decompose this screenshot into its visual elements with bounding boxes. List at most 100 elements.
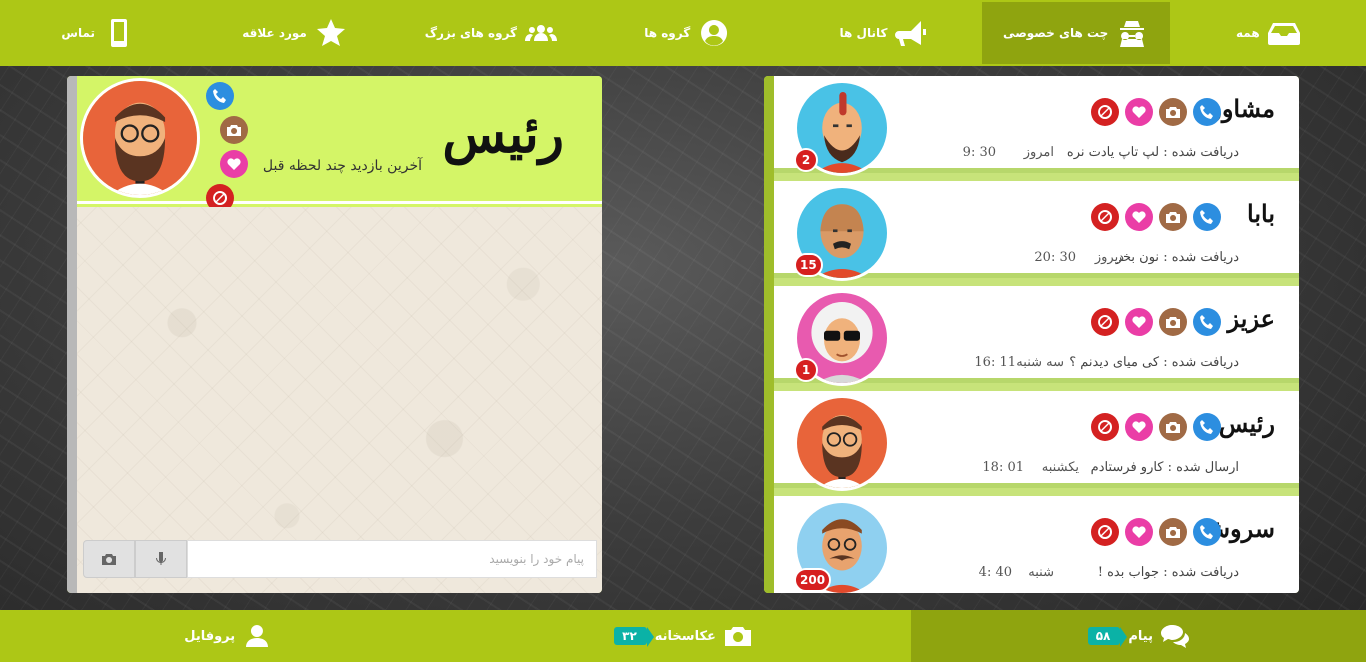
call-button[interactable] [1193, 413, 1221, 441]
favorite-button[interactable] [1125, 413, 1153, 441]
user-icon [246, 625, 269, 647]
block-icon [1098, 105, 1113, 119]
chat-avatar[interactable] [80, 78, 200, 198]
inbox-icon [1267, 23, 1300, 45]
chat-header: رئیس آخرین بازدید چند لحظه قبل [77, 76, 602, 212]
call-button[interactable] [206, 82, 234, 110]
bottom-nav: پیام ۵۸ عکاسخانه ۳۲ پروفایل [0, 610, 1366, 662]
block-button[interactable] [1091, 203, 1119, 231]
heart-icon [1132, 211, 1146, 223]
favorite-button[interactable] [1125, 308, 1153, 336]
chat-bubbles-icon [1160, 625, 1189, 648]
tab-private-chats[interactable]: چت های خصوصی [981, 2, 1170, 64]
camera-button[interactable] [1159, 98, 1187, 126]
block-button[interactable] [1091, 518, 1119, 546]
tab-channels[interactable]: کانال ها [785, 0, 981, 66]
message-time: 01 :18 [982, 460, 1024, 475]
camera-icon [227, 125, 241, 136]
phone-icon [213, 89, 226, 103]
tab-supergroups[interactable]: گروه های بزرگ [393, 0, 589, 66]
tab-all[interactable]: همه [1170, 0, 1366, 66]
contact-name: رئیس [1218, 409, 1275, 438]
users-icon [525, 25, 558, 41]
message-day: یکشنبه [1041, 460, 1079, 475]
chat-title: رئیس [442, 104, 564, 165]
incognito-icon [1120, 21, 1145, 47]
star-icon [316, 19, 345, 46]
contact-item[interactable]: رئیس ارسال شده : کارو فرستادم یکشنبه 01 … [774, 391, 1299, 491]
block-button[interactable] [1091, 413, 1119, 441]
call-button[interactable] [1193, 518, 1221, 546]
contact-name: بابا [1247, 199, 1275, 228]
send-photo-button[interactable] [83, 540, 135, 578]
contact-item[interactable]: 200 سروش دریافت شده : جواب بده ! شنبه 40… [774, 496, 1299, 593]
heart-icon [1132, 106, 1146, 118]
message-composer [83, 540, 597, 580]
block-icon [1098, 525, 1113, 539]
block-icon [1098, 210, 1113, 224]
camera-button[interactable] [220, 116, 248, 144]
message-time: 30 :20 [1034, 250, 1076, 265]
camera-button[interactable] [1159, 518, 1187, 546]
contact-item[interactable]: 2 مشاور دریافت شده : لپ تاپ یادت نره امر… [774, 76, 1299, 176]
gallery-count-badge: ۳۲ [614, 627, 654, 647]
phone-icon [1200, 210, 1213, 224]
microphone-icon [155, 552, 167, 565]
megaphone-icon [895, 21, 927, 46]
camera-button[interactable] [1159, 413, 1187, 441]
camera-button[interactable] [1159, 308, 1187, 336]
tab-contacts[interactable]: تماس [0, 0, 196, 66]
last-message: دریافت شده : جواب بده ! [1097, 565, 1239, 580]
camera-icon [1166, 107, 1180, 118]
message-day: شنبه [1028, 565, 1054, 580]
tab-groups[interactable]: گروه ها [589, 0, 785, 66]
message-time: 11 :16 [974, 355, 1016, 370]
chat-actions [206, 82, 248, 212]
phone-icon [111, 19, 128, 47]
unread-count-badge: 15 [794, 253, 823, 277]
message-time: 30 :9 [962, 145, 996, 160]
camera-icon [102, 554, 116, 565]
heart-icon [1132, 421, 1146, 433]
call-button[interactable] [1193, 203, 1221, 231]
unread-count-badge: 200 [794, 568, 832, 592]
call-button[interactable] [1193, 98, 1221, 126]
favorite-button[interactable] [1125, 203, 1153, 231]
messages-count-badge: ۵۸ [1087, 627, 1127, 647]
last-message: دریافت شده : نون بخر [1115, 250, 1239, 265]
last-message: ارسال شده : کارو فرستادم [1090, 460, 1239, 475]
tab-favorites[interactable]: مورد علاقه [196, 0, 392, 66]
unread-count-badge: 1 [794, 358, 818, 382]
block-button[interactable] [1091, 308, 1119, 336]
contact-name: عزیز [1227, 304, 1275, 333]
voice-record-button[interactable] [135, 540, 187, 578]
tab-messages[interactable]: پیام ۵۸ [910, 610, 1366, 662]
last-message: دریافت شده : لپ تاپ یادت نره [1066, 145, 1239, 160]
message-day: امروز [1023, 145, 1054, 160]
user-circle-icon [701, 20, 728, 46]
unread-count-badge: 2 [794, 148, 818, 172]
phone-icon [1200, 420, 1213, 434]
camera-button[interactable] [1159, 203, 1187, 231]
chat-messages-area [77, 207, 602, 593]
tab-gallery[interactable]: عکاسخانه ۳۲ [455, 610, 910, 662]
message-input[interactable] [187, 540, 597, 578]
message-time: 40 :4 [978, 565, 1012, 580]
block-icon [1098, 420, 1113, 434]
tab-profile[interactable]: پروفایل [0, 610, 455, 662]
heart-icon [227, 158, 241, 170]
favorite-button[interactable] [1125, 98, 1153, 126]
avatar [794, 395, 890, 491]
contact-item[interactable]: 1 عزیز دریافت شده : کی میای دیدنم ؟ سه ش… [774, 286, 1299, 386]
message-day: سه شنبه [1016, 355, 1064, 370]
call-button[interactable] [1193, 308, 1221, 336]
contact-actions [1091, 413, 1221, 441]
contact-item[interactable]: 15 بابا دریافت شده : نون بخر دیروز 30 :2… [774, 181, 1299, 281]
block-button[interactable] [1091, 98, 1119, 126]
camera-icon [1166, 422, 1180, 433]
camera-icon [1166, 317, 1180, 328]
camera-icon [1166, 212, 1180, 223]
favorite-button[interactable] [220, 150, 248, 178]
phone-icon [1200, 525, 1213, 539]
favorite-button[interactable] [1125, 518, 1153, 546]
